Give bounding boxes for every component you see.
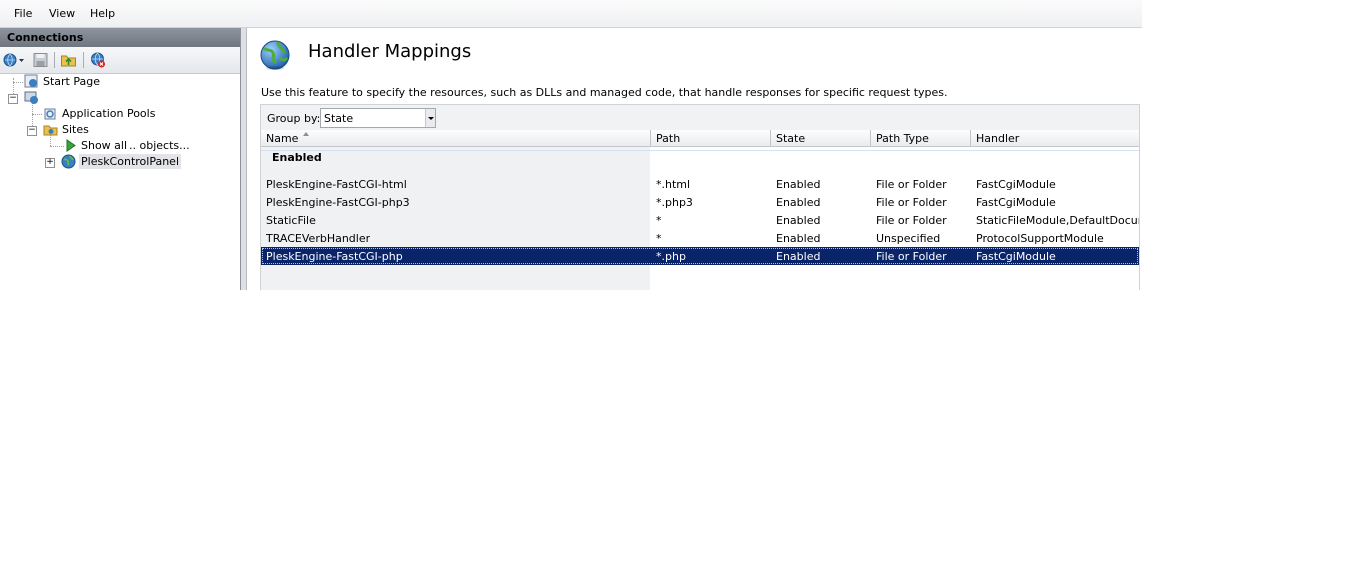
feature-description: Use this feature to specify the resource… [261,86,948,99]
handler-mappings-globe-icon [260,40,290,70]
cell-name: PleskEngine-FastCGI-php [266,250,403,263]
start-page-icon [24,74,38,88]
column-header-path[interactable]: Path [651,130,771,146]
tree-item-sites[interactable]: − Sites [0,122,240,138]
tree-label-sites: Sites [62,123,89,136]
group-by-label: Group by: [267,112,321,125]
chevron-down-icon[interactable] [425,109,435,127]
tree-label-app-pools: Application Pools [62,107,156,120]
connections-header: Connections [0,28,240,47]
cell-state: Enabled [776,214,821,227]
tree-item-show-all[interactable]: Show all .. objects... [0,138,240,154]
feature-pane: Handler Mappings Use this feature to spe… [247,28,1142,290]
cell-name: StaticFile [266,214,316,227]
iis-manager-window: File View Help Connections Start Page − … [0,0,1142,290]
cell-handler: StaticFileModule,DefaultDocume... [976,214,1139,227]
column-header-handler[interactable]: Handler [971,130,1139,146]
group-separator [261,150,1139,151]
tree-label-plesk-site: PleskControlPanel [79,154,181,169]
tree-label-objects: .. objects... [129,139,190,152]
group-by-select[interactable]: State [320,108,436,128]
table-row[interactable]: StaticFile * Enabled File or Folder Stat… [261,211,1139,229]
play-icon [66,139,76,152]
cell-state: Enabled [776,250,821,263]
tree-item-plesk-site[interactable]: + PleskControlPanel [0,154,240,170]
page-title: Handler Mappings [308,41,472,62]
cell-path: *.html [656,178,691,191]
tree-label-start-page: Start Page [43,75,100,88]
group-by-value: State [324,112,354,125]
cell-path: * [656,232,662,245]
cell-name: PleskEngine-FastCGI-php3 [266,196,410,209]
column-header-name-label: Name [266,132,299,145]
group-label: Enabled [272,151,322,164]
connections-toolbar [0,47,240,74]
cell-name: TRACEVerbHandler [266,232,371,245]
cell-path-type: File or Folder [876,250,947,263]
column-header-state-label: State [776,132,806,145]
save-icon[interactable] [32,52,49,68]
menu-view[interactable]: View [49,7,75,20]
cell-handler: ProtocolSupportModule [976,232,1104,245]
cell-handler: FastCgiModule [976,196,1056,209]
tree-item-app-pools[interactable]: Application Pools [0,106,240,122]
connect-globe-icon[interactable] [3,52,25,68]
up-folder-icon[interactable] [60,52,77,68]
cell-path-type: File or Folder [876,178,947,191]
toolbar-separator [83,52,84,68]
group-by-bar: Group by: State [260,104,1140,131]
cell-name: PleskEngine-FastCGI-html [266,178,407,191]
cell-path: * [656,214,662,227]
tree-label-show-all: Show all [81,139,128,152]
cell-state: Enabled [776,178,821,191]
cell-path-type: File or Folder [876,196,947,209]
column-header-name[interactable]: Name [261,130,651,146]
disconnect-icon[interactable] [89,52,106,68]
connections-pane: Connections Start Page − Application Poo… [0,28,241,290]
menu-bar: File View Help [0,0,1142,28]
tree-item-start-page[interactable]: Start Page [0,74,240,90]
app-pools-icon [44,108,56,120]
sites-folder-icon [43,125,58,136]
cell-path: *.php3 [656,196,693,209]
column-header-path-type[interactable]: Path Type [871,130,971,146]
menu-help[interactable]: Help [90,7,115,20]
cell-path-type: File or Folder [876,214,947,227]
cell-state: Enabled [776,196,821,209]
cell-handler: FastCgiModule [976,250,1056,263]
tree-item-server[interactable]: − [0,90,240,106]
collapse-icon[interactable]: − [27,126,37,136]
column-header-handler-label: Handler [976,132,1020,145]
table-row[interactable]: PleskEngine-FastCGI-php3 *.php3 Enabled … [261,193,1139,211]
column-header-path-label: Path [656,132,681,145]
table-row[interactable]: TRACEVerbHandler * Enabled Unspecified P… [261,229,1139,247]
connections-title: Connections [7,31,84,44]
column-header-state[interactable]: State [771,130,871,146]
toolbar-separator [54,52,55,68]
globe-icon [61,154,76,169]
table-row[interactable]: PleskEngine-FastCGI-html *.html Enabled … [261,175,1139,193]
cell-handler: FastCgiModule [976,178,1056,191]
cell-path-type: Unspecified [876,232,941,245]
table-row-selected[interactable]: PleskEngine-FastCGI-php *.php Enabled Fi… [261,247,1139,265]
menu-file[interactable]: File [14,7,32,20]
server-icon [24,91,38,104]
sort-ascending-icon [303,132,309,136]
cell-state: Enabled [776,232,821,245]
expand-icon[interactable]: + [45,158,55,168]
connections-tree: Start Page − Application Pools − Sites S… [0,74,240,290]
cell-path: *.php [656,250,686,263]
grid-header: Name Path State Path Type Handler [261,130,1139,147]
handler-mappings-grid: Name Path State Path Type Handler Enable… [260,130,1140,290]
column-header-path-type-label: Path Type [876,132,929,145]
collapse-icon[interactable]: − [8,94,18,104]
